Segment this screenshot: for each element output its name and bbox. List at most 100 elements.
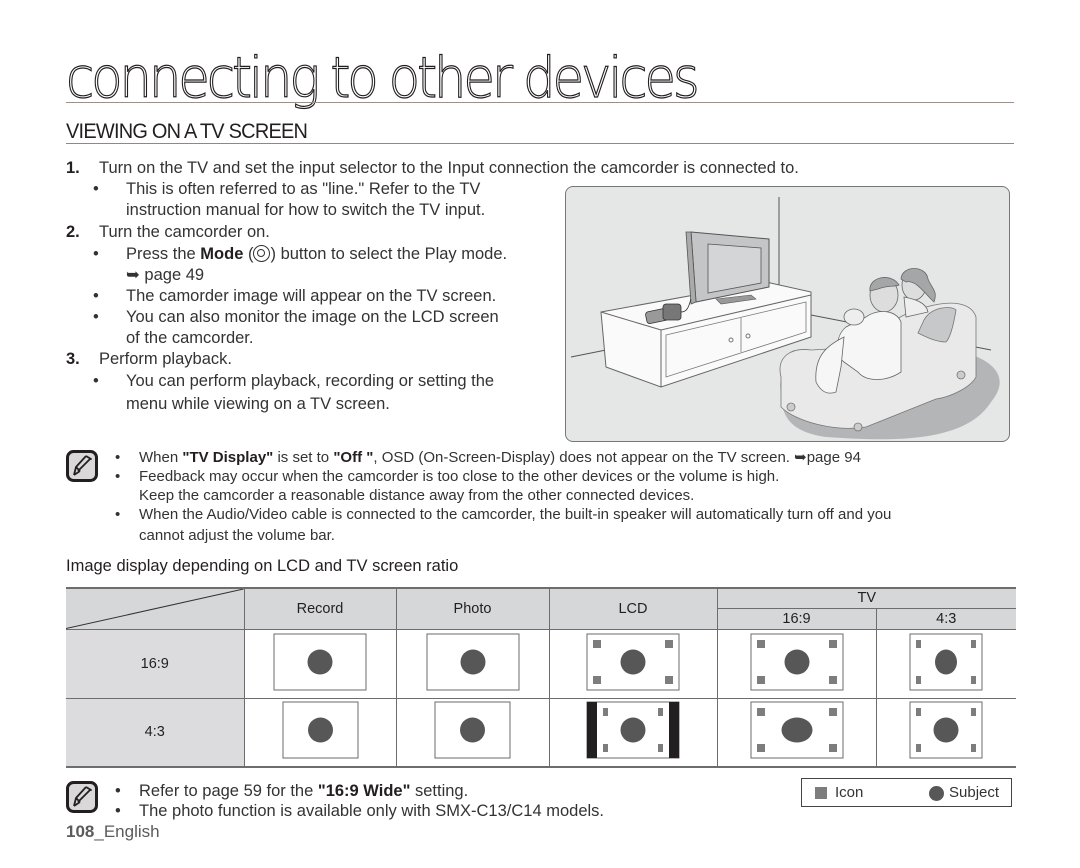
bullet-dot: • [115,468,121,485]
icon-square-icon [603,744,608,753]
note-icon [66,781,98,813]
table-row: 16:9 [66,628,1016,699]
note-text-line: Keep the camcorder a reasonable distance… [139,487,695,504]
subject-circle-icon [460,649,485,674]
cell-screen [395,628,550,699]
cell-screen [395,697,550,768]
header-photo: Photo [395,587,550,630]
header-tv: TV [716,587,1016,609]
icon-square-icon [828,639,837,648]
screen-diagram [909,633,983,695]
text-post: setting. [410,782,469,800]
icon-square-icon [658,744,663,753]
header-lcd: LCD [548,587,718,630]
table-title: Image display depending on LCD and TV sc… [66,557,459,575]
icon-square-icon [916,639,922,648]
subject-circle-icon [307,649,333,674]
bullet-text-line: Press the Mode () button to select the P… [126,245,508,263]
note-text-line: When the Audio/Video cable is connected … [139,506,892,523]
subject-circle-icon [781,717,812,743]
icon-square-icon [593,675,601,684]
icon-square-icon [971,639,977,648]
step-number: 3. [66,350,80,368]
cell-screen [548,628,718,699]
screen-wide-icons [750,633,843,690]
bullet-dot: • [93,372,99,390]
bullet-dot: • [115,782,121,800]
page-ref-link[interactable]: ➥ page 49 [126,265,204,286]
tv-viewing-illustration [565,186,1010,442]
step-text: Turn the camcorder on. [99,223,270,241]
icon-square-icon [971,708,977,717]
header-tv-16-9: 16:9 [717,607,877,630]
icon-square-icon [593,639,601,648]
screen-diagram [426,633,520,695]
subject-circle-icon [935,649,958,674]
icon-square-icon [916,708,922,717]
text-pre: When [139,449,183,466]
cell-screen [243,628,397,699]
bullet-dot: • [115,506,121,523]
icon-square-icon [815,787,827,799]
icon-square-icon [971,675,977,684]
screen-diagram [586,633,680,695]
cell-screen [716,628,877,699]
row-label: 16:9 [66,628,245,699]
bullet-dot: • [115,802,121,820]
step-text: Turn on the TV and set the input selecto… [99,159,799,177]
screen-pillarbox [586,701,680,759]
screen-diagram [434,701,511,763]
living-room-scene [570,197,1000,440]
bullet-dot: • [93,287,99,305]
subject-circle-icon [933,717,959,743]
subject-circle-icon [620,649,646,674]
bullet-text-line: The camorder image will appear on the TV… [126,287,497,305]
cell-screen [875,628,1016,699]
table-row: 4:3 [66,697,1016,768]
screen-std-plain [434,701,511,759]
note-text-line: Feedback may occur when the camcorder is… [139,468,780,485]
icon-square-icon [756,744,765,753]
icon-square-icon [828,675,837,684]
chapter-rule [66,102,1014,103]
icon-square-icon [916,744,922,753]
icon-square-icon [603,708,608,717]
section-rule [66,143,1014,144]
step-text: Perform playback. [99,350,232,368]
legend-icon-label: Icon [835,784,864,801]
off-label: "Off " [333,449,374,466]
subject-circle-icon [460,717,485,743]
icon-square-icon [658,708,663,717]
corner-header-cell [66,587,245,630]
bullet-dot: • [93,180,99,198]
wide-setting-label: "16:9 Wide" [317,782,411,800]
bullet-text-line: You can perform playback, recording or s… [126,372,495,390]
bullet-dot: • [93,245,99,263]
header-tv-4-3: 4:3 [875,607,1016,630]
legend-box: Icon Subject [801,778,1012,807]
ratio-table: Record Photo LCD TV 16:9 4:3 16:9 4:3 [66,587,1016,768]
bullet-text-line: of the camcorder. [126,329,254,347]
screen-diagram [586,701,680,763]
screen-diagram [750,701,844,763]
black-bar-left [587,702,597,759]
section-title: VIEWING ON A TV SCREEN [66,120,308,143]
screen-diagram [909,701,983,763]
mode-button-icon [253,245,271,262]
black-bar-right [669,702,679,759]
text-pre: Press the [126,245,201,263]
note-text-line: When "TV Display" is set to "Off ", OSD … [139,448,861,467]
icon-square-icon [665,675,673,684]
bullet-text-line: This is often referred to as "line." Ref… [126,180,481,198]
screen-diagram [282,701,359,763]
subject-circle-icon [620,717,646,743]
cell-screen [875,697,1016,768]
subject-circle-icon [929,786,944,801]
screen-wide-stretched [750,701,843,759]
text-post: button to select the Play mode. [275,245,508,263]
icon-square-icon [828,744,837,753]
icon-square-icon [828,708,837,717]
icon-square-icon [665,639,673,648]
page-footer: 108_English [66,822,160,842]
bullet-text-line: menu while viewing on a TV screen. [126,395,390,413]
